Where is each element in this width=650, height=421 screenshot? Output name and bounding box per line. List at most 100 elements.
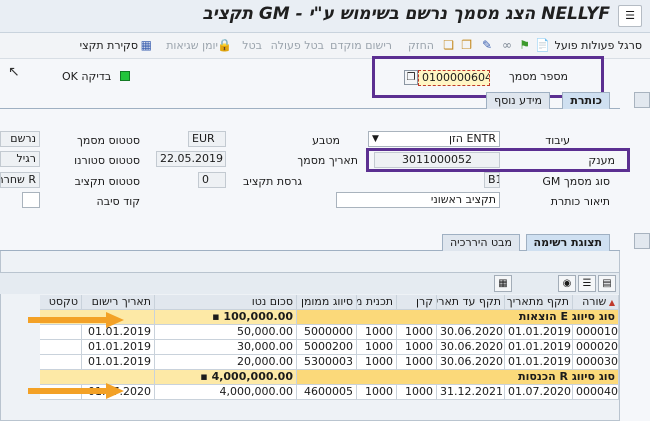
doc-number-field[interactable]: 0100000604 bbox=[418, 70, 490, 86]
glasses-icon[interactable]: ∞ bbox=[502, 38, 512, 52]
copy-icon[interactable]: ❐ bbox=[404, 70, 418, 85]
table-row[interactable]: 000020 01.01.2019 30.06.2020 1000 1000 500020… bbox=[0, 340, 619, 355]
fund-col-cell: 1000 bbox=[397, 340, 437, 355]
check-ok-label: בדיקה OK bbox=[62, 70, 112, 83]
program-col-cell: תכנית ממומנת bbox=[357, 295, 397, 310]
currency-field: EUR bbox=[188, 131, 226, 147]
valid-from-col-cell: 01.01.2019 bbox=[505, 355, 573, 370]
text-col-cell: טקסט bbox=[40, 295, 82, 310]
group-total: ▪ 4,000,000.00 bbox=[155, 370, 297, 385]
processing-dropdown[interactable]: ▼ ENTR הזן bbox=[368, 131, 500, 147]
tab-hierarchy-view[interactable]: מבט היררכיה bbox=[442, 234, 520, 251]
reason-code-field[interactable] bbox=[22, 192, 40, 208]
budget-version-label: גרסת תקציב bbox=[243, 175, 302, 188]
class-col-cell: 5000200 bbox=[297, 340, 357, 355]
class-col-cell: 4600005 bbox=[297, 385, 357, 400]
cancel-button[interactable]: בטל bbox=[242, 39, 262, 52]
tab-header[interactable]: כותרת bbox=[562, 92, 610, 109]
tab-list-view[interactable]: תצוגת רשימה bbox=[525, 234, 610, 251]
budget-status-label: סטטוס תקציב bbox=[74, 175, 140, 188]
net-amount-col-cell: 4,000,000.00 bbox=[155, 385, 297, 400]
arrow-icon bbox=[28, 312, 124, 328]
valid-to-col-cell: תקף עד תאריך bbox=[437, 295, 505, 310]
create-doc-icon[interactable]: ❏ bbox=[443, 38, 454, 52]
grid-toolbar: ▤ ☰ ◉ ▦ bbox=[0, 272, 619, 294]
group-total: ▪ 100,000.00 bbox=[155, 310, 297, 325]
doc-list-icon[interactable]: ☰ bbox=[618, 5, 642, 27]
sort-asc-icon: ▲ bbox=[606, 298, 615, 307]
expand-header-icon[interactable] bbox=[634, 92, 650, 108]
budget-overview-button[interactable]: סקירת תקצי bbox=[80, 39, 138, 52]
doc-date-field: 22.05.2019 bbox=[156, 151, 226, 167]
class-col-cell: סיווג ממומן bbox=[297, 295, 357, 310]
net-amount-col-cell: סכום נטו bbox=[155, 295, 297, 310]
program-col-cell: 1000 bbox=[357, 355, 397, 370]
text-col-cell bbox=[40, 340, 82, 355]
reversal-status-field: רגיל bbox=[0, 151, 40, 167]
line-col-cell: ▲ שורה bbox=[573, 295, 619, 310]
expand-list-icon[interactable] bbox=[634, 233, 650, 249]
find-icon[interactable]: ◉ bbox=[558, 275, 576, 292]
layout-icon[interactable]: ▦ bbox=[494, 275, 512, 292]
header-desc-field[interactable]: תקציב ראשוני bbox=[336, 192, 500, 208]
valid-from-col-cell: 01.01.2019 bbox=[505, 325, 573, 340]
grantor-label: מענק bbox=[588, 154, 615, 167]
status-ok-icon bbox=[120, 71, 130, 81]
budget-status-field: R שחרר bbox=[0, 172, 40, 188]
class-col-cell: 5300003 bbox=[297, 355, 357, 370]
program-col-cell: 1000 bbox=[357, 340, 397, 355]
grid-icon[interactable]: ▦ bbox=[141, 38, 152, 52]
group-label: סוג סיווג E הוצאות bbox=[297, 310, 619, 325]
actions-toolbar-button[interactable]: סרגל פעולות פועל bbox=[555, 39, 642, 52]
flag-icon[interactable]: ⚑ bbox=[519, 38, 530, 52]
mouse-pointer-icon: ↖ bbox=[8, 64, 20, 80]
posting-date-col-cell: 01.01.2019 bbox=[82, 340, 155, 355]
reversal-status-label: סטטוס סטורנו bbox=[74, 154, 140, 167]
window-title: תקציב GM - הצג מסמך נרשם בשימוש ע"י NELL… bbox=[202, 4, 610, 24]
valid-from-col-cell: 01.01.2019 bbox=[505, 340, 573, 355]
fund-col-cell: 1000 bbox=[397, 325, 437, 340]
program-col-cell: 1000 bbox=[357, 325, 397, 340]
reason-code-label: קוד סיבה bbox=[96, 195, 140, 208]
net-amount-col-cell: 30,000.00 bbox=[155, 340, 297, 355]
sort-icon[interactable]: ☰ bbox=[578, 275, 596, 292]
list-tabs: תצוגת רשימה מבט היררכיה bbox=[0, 234, 620, 251]
posting-date-col-cell: תאריך רישום bbox=[82, 295, 155, 310]
title-bar: תקציב GM - הצג מסמך נרשם בשימוש ע"י NELL… bbox=[0, 0, 650, 33]
valid-from-col-cell: 01.07.2020 bbox=[505, 385, 573, 400]
arrow-icon bbox=[28, 383, 124, 399]
pencil-icon[interactable]: ✎ bbox=[482, 38, 492, 52]
cancel-action-button[interactable]: בטל פעולה bbox=[271, 39, 324, 52]
header-tabs: כותרת מידע נוסף bbox=[0, 92, 620, 109]
copy-doc-icon[interactable]: ❐ bbox=[461, 38, 472, 52]
doc-number-label: מספר מסמך bbox=[508, 70, 568, 83]
tab-additional-info[interactable]: מידע נוסף bbox=[486, 92, 550, 109]
currency-label: מטבע bbox=[312, 134, 340, 147]
doc-status-field: נרשם bbox=[0, 131, 40, 147]
fund-col-cell: קרן bbox=[397, 295, 437, 310]
hold-button[interactable]: החזק bbox=[408, 39, 434, 52]
doc-date-label: תאריך מסמך bbox=[297, 154, 358, 167]
log-icon[interactable]: 🔒 bbox=[217, 38, 232, 52]
fund-col-cell: 1000 bbox=[397, 385, 437, 400]
valid-to-col-cell: 30.06.2020 bbox=[437, 355, 505, 370]
table-header[interactable]: ▲ שורהתקף מתאריךתקף עד תאריךקרןתכנית ממו… bbox=[0, 295, 619, 310]
error-log-button[interactable]: יומן שגיאות bbox=[166, 39, 218, 52]
line-col-cell: 000020 bbox=[573, 340, 619, 355]
text-col-cell bbox=[40, 355, 82, 370]
details-icon[interactable]: ▤ bbox=[598, 275, 616, 292]
line-col-cell: 000030 bbox=[573, 355, 619, 370]
processing-label: עיבוד bbox=[545, 134, 570, 147]
net-amount-col-cell: 20,000.00 bbox=[155, 355, 297, 370]
table-row[interactable]: 000030 01.01.2019 30.06.2020 1000 1000 530000… bbox=[0, 355, 619, 370]
simulate-post-button[interactable]: רישום מוקדם bbox=[330, 39, 392, 52]
doc-type-field: B1 bbox=[484, 172, 500, 188]
valid-to-col-cell: 30.06.2020 bbox=[437, 340, 505, 355]
grantor-field: 3011000052 bbox=[374, 152, 500, 168]
processing-value: ENTR הזן bbox=[448, 132, 496, 145]
line-col-cell: 000040 bbox=[573, 385, 619, 400]
doc-type-label: סוג מסמך GM bbox=[542, 175, 610, 188]
document-icon[interactable]: 📄 bbox=[535, 38, 550, 52]
valid-to-col-cell: 30.06.2020 bbox=[437, 325, 505, 340]
group-label: סוג סיווג R הכנסות bbox=[297, 370, 619, 385]
